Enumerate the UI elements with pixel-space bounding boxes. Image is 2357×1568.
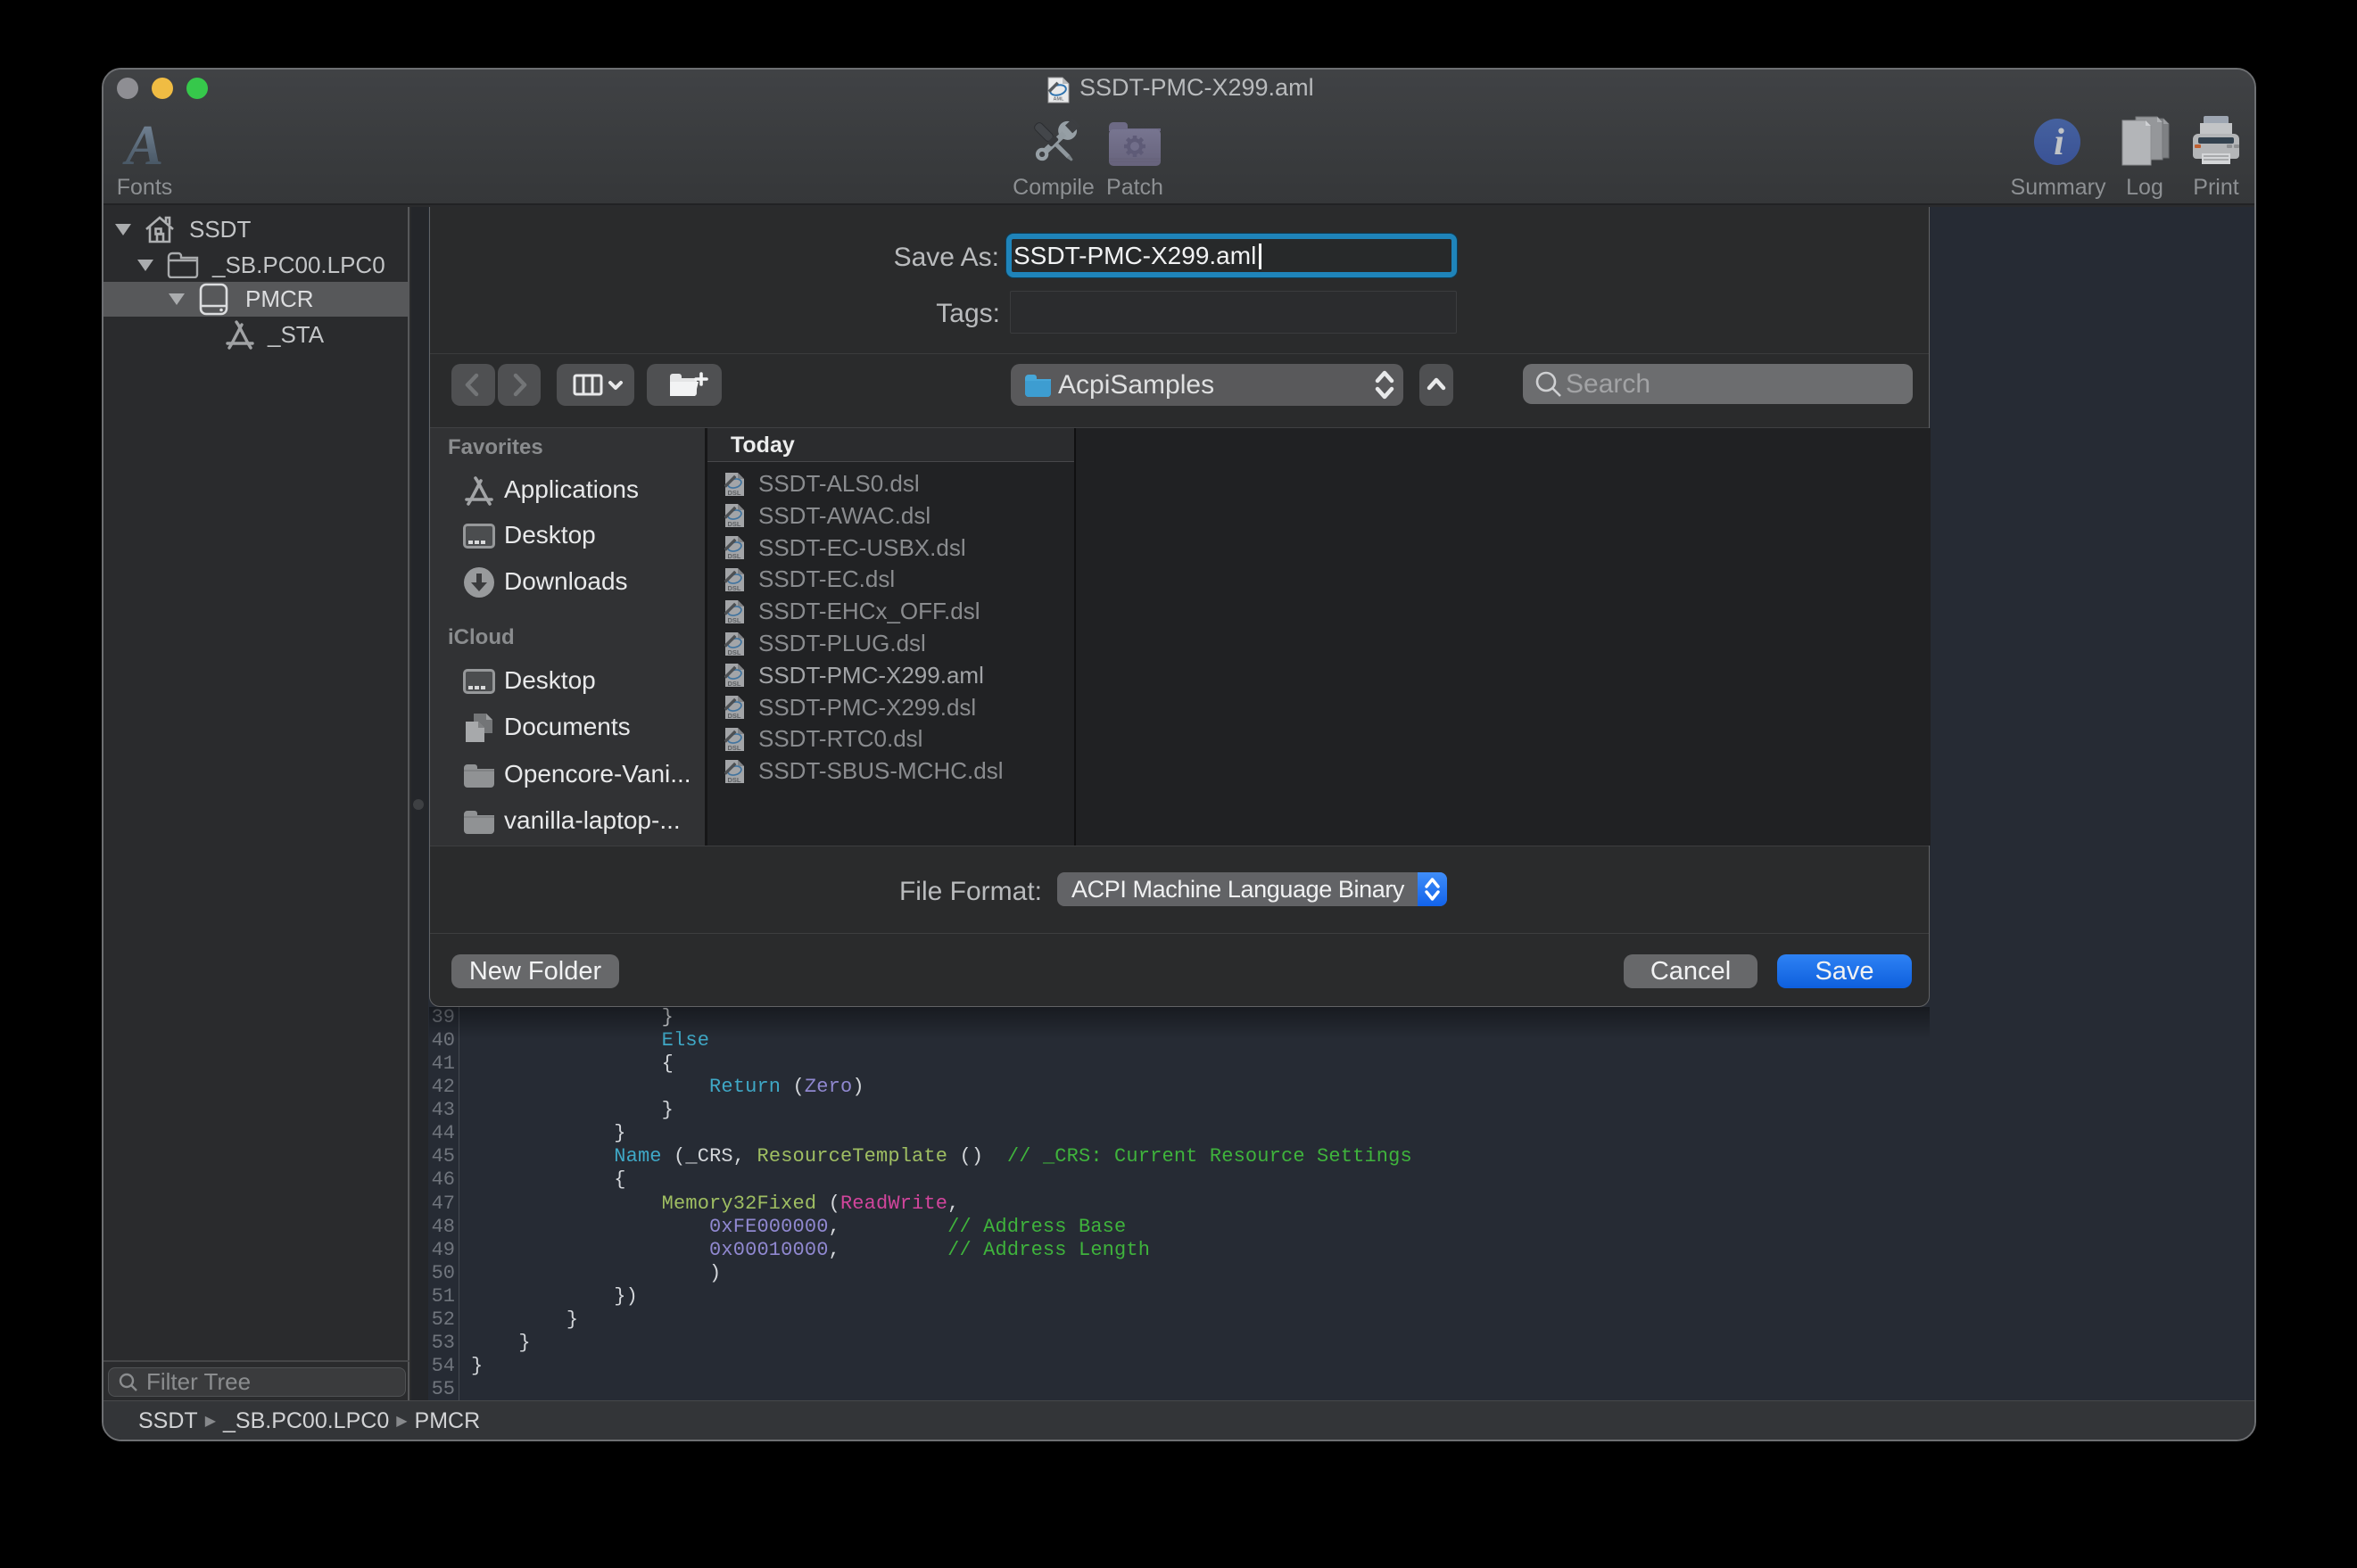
- svg-text:DSL: DSL: [728, 520, 741, 528]
- svg-text:i: i: [2054, 122, 2064, 163]
- svg-text:DSL: DSL: [728, 680, 741, 688]
- svg-text:DSL: DSL: [728, 489, 741, 497]
- svg-text:A: A: [122, 113, 164, 177]
- svg-text:AML: AML: [1054, 97, 1065, 103]
- svg-text:DSL: DSL: [728, 552, 741, 560]
- svg-text:DSL: DSL: [728, 712, 741, 720]
- svg-text:DSL: DSL: [728, 584, 741, 592]
- svg-text:DSL: DSL: [728, 776, 741, 784]
- svg-text:DSL: DSL: [728, 616, 741, 624]
- svg-text:DSL: DSL: [728, 648, 741, 656]
- svg-text:DSL: DSL: [728, 744, 741, 752]
